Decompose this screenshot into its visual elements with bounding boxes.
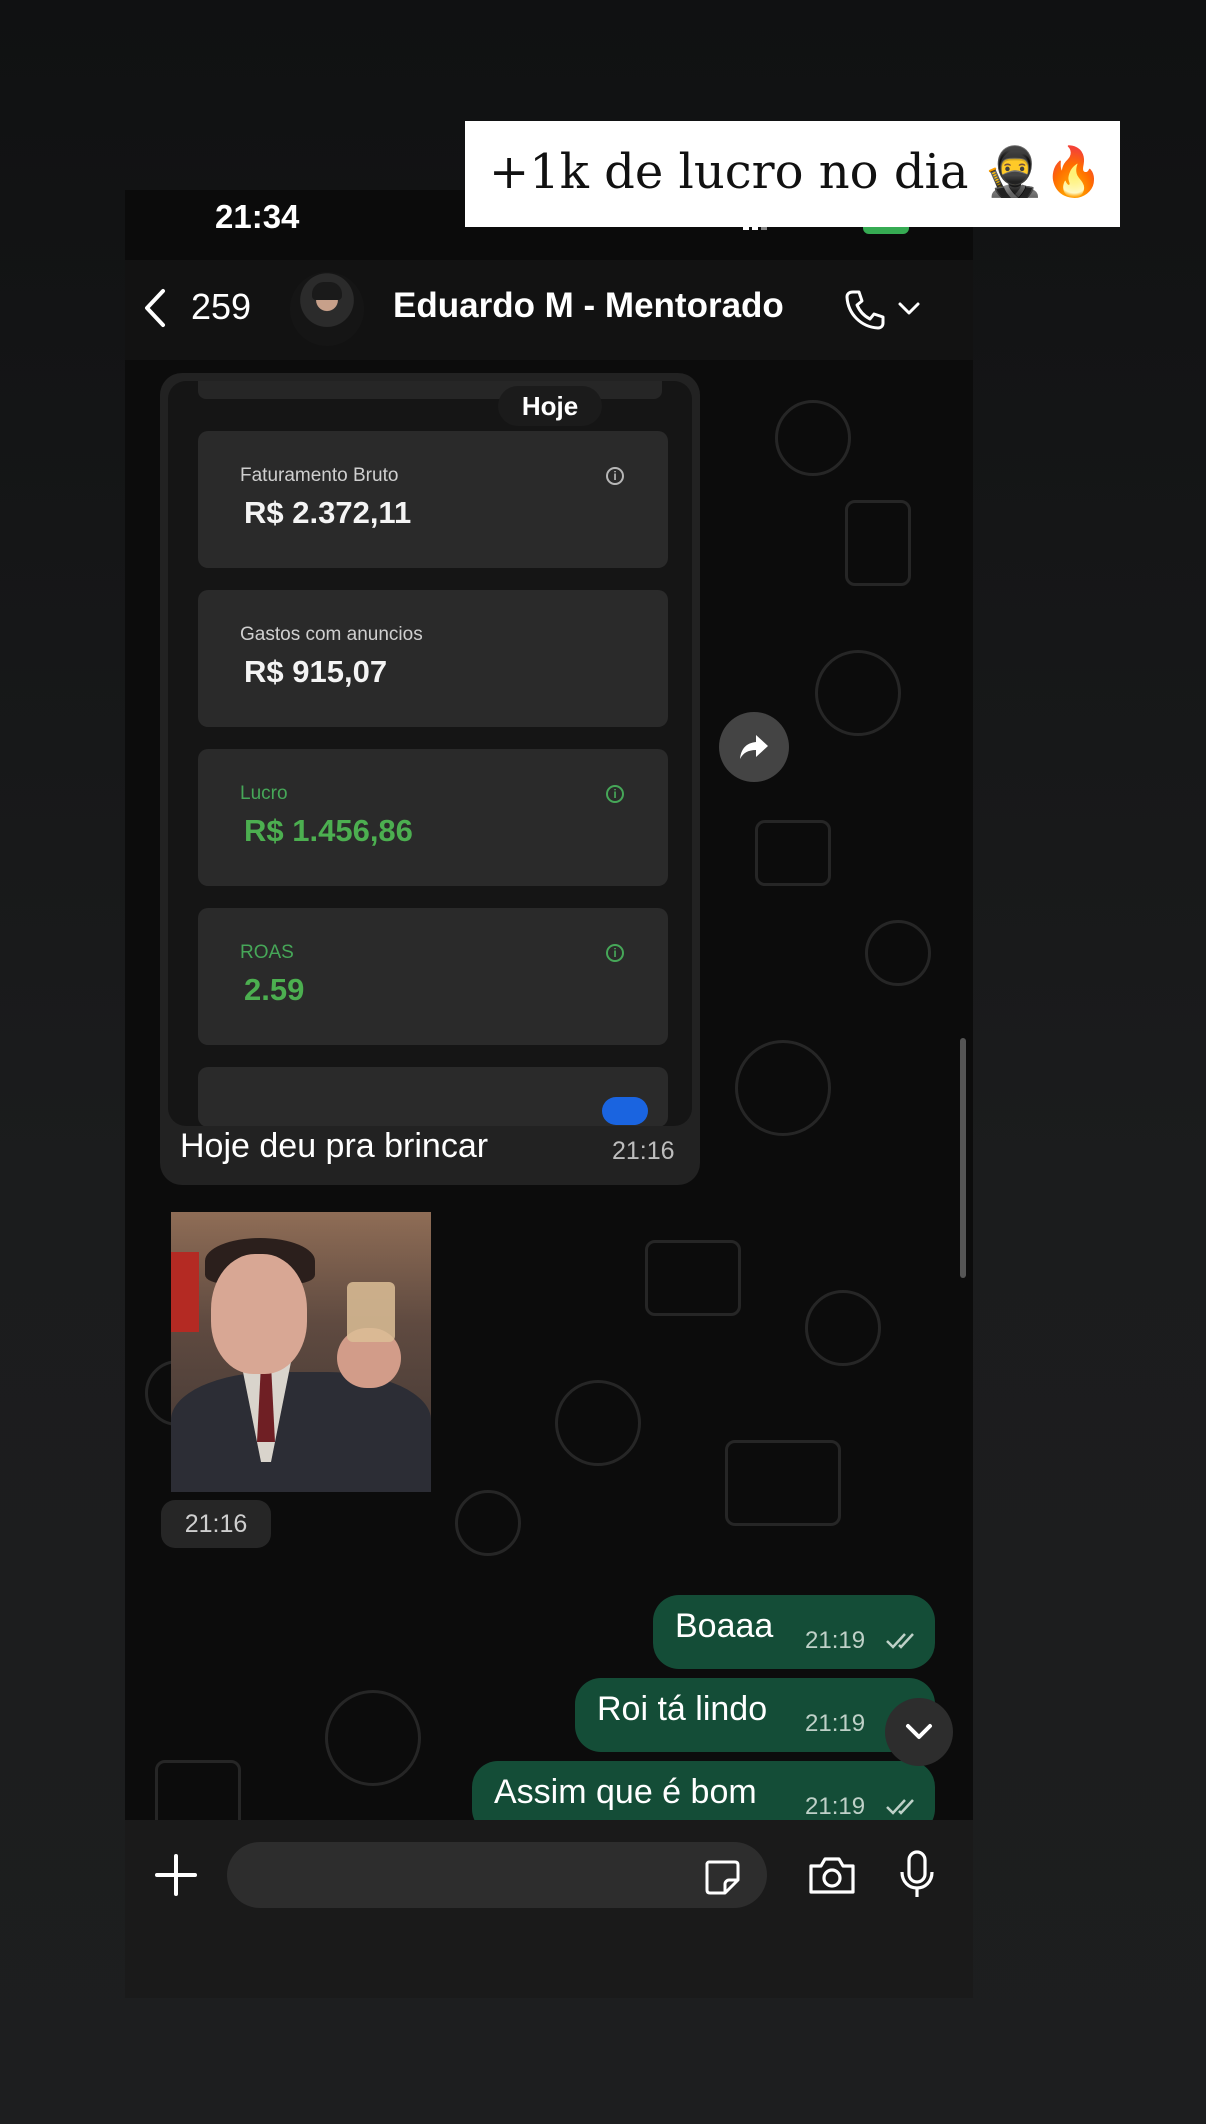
double-check-icon xyxy=(886,1633,914,1649)
card-roas: ROAS 2.59 i xyxy=(198,908,668,1045)
photo-message[interactable] xyxy=(171,1212,431,1492)
sticker-icon[interactable] xyxy=(703,1858,741,1896)
chevron-down-icon[interactable] xyxy=(897,300,921,318)
info-icon: i xyxy=(606,944,624,962)
chevron-down-icon xyxy=(906,1724,932,1739)
message-composer xyxy=(125,1820,973,1998)
doodle xyxy=(645,1240,741,1316)
camera-icon[interactable] xyxy=(807,1854,857,1896)
phone-screen: 21:34 259 Eduardo M - Mentorado Hoje Fat… xyxy=(125,190,973,1998)
card-label: ROAS xyxy=(240,942,294,963)
message-time: 21:19 xyxy=(805,1793,866,1820)
outgoing-message[interactable]: Roi tá lindo 21:19 xyxy=(575,1678,935,1752)
card-value: 2.59 xyxy=(244,972,305,1007)
outgoing-message[interactable]: Boaaa 21:19 xyxy=(653,1595,935,1669)
doodle xyxy=(845,500,911,586)
photo-detail xyxy=(171,1252,199,1332)
card-value: R$ 1.456,86 xyxy=(244,813,413,848)
card-value: R$ 2.372,11 xyxy=(244,495,412,530)
card-roi-partial xyxy=(198,1067,668,1126)
doodle xyxy=(735,1040,831,1136)
photo-suit xyxy=(171,1372,431,1492)
card-label: Lucro xyxy=(240,783,288,804)
forward-button[interactable] xyxy=(719,712,789,782)
photo-glass xyxy=(347,1282,395,1342)
message-time: 21:16 xyxy=(161,1500,271,1548)
doodle xyxy=(755,820,831,886)
image-message[interactable]: Faturamento Bruto R$ 2.372,11 i Gastos c… xyxy=(160,373,700,1185)
doodle xyxy=(815,650,901,736)
message-text: Roi tá lindo xyxy=(597,1690,768,1728)
avatar[interactable] xyxy=(290,272,364,346)
toggle xyxy=(602,1097,648,1125)
chat-header: 259 Eduardo M - Mentorado xyxy=(125,260,973,360)
message-text: Assim que é bom xyxy=(494,1773,757,1811)
doodle xyxy=(805,1290,881,1366)
message-time: 21:19 xyxy=(805,1710,866,1737)
card-label: Gastos com anuncios xyxy=(240,624,423,645)
card-faturamento: Faturamento Bruto R$ 2.372,11 i xyxy=(198,431,668,568)
scroll-down-button[interactable] xyxy=(885,1698,953,1766)
info-icon: i xyxy=(606,785,624,803)
message-input[interactable] xyxy=(227,1842,767,1908)
status-time: 21:34 xyxy=(215,198,300,235)
scrollbar[interactable] xyxy=(960,1038,966,1278)
doodle xyxy=(775,400,851,476)
forward-arrow-icon xyxy=(740,735,768,759)
card-gastos: Gastos com anuncios R$ 915,07 xyxy=(198,590,668,727)
doodle xyxy=(455,1490,521,1556)
chevron-left-icon[interactable] xyxy=(143,288,167,328)
doodle xyxy=(725,1440,841,1526)
message-time: 21:16 xyxy=(612,1137,675,1165)
photo-face xyxy=(211,1254,307,1374)
phone-icon[interactable] xyxy=(841,286,889,334)
doodle xyxy=(555,1380,641,1466)
dashboard-screenshot[interactable]: Faturamento Bruto R$ 2.372,11 i Gastos c… xyxy=(168,381,692,1126)
info-icon: i xyxy=(606,467,624,485)
message-text: Boaaa xyxy=(675,1607,774,1645)
microphone-icon[interactable] xyxy=(899,1850,935,1900)
plus-icon[interactable] xyxy=(153,1852,199,1898)
message-time: 21:19 xyxy=(805,1627,866,1654)
card-value: R$ 915,07 xyxy=(244,654,388,689)
story-caption: +1k de lucro no dia 🥷🔥 xyxy=(465,121,1120,227)
contact-name[interactable]: Eduardo M - Mentorado xyxy=(393,286,784,326)
avatar-hair xyxy=(312,282,342,300)
doodle xyxy=(325,1690,421,1786)
date-pill: Hoje xyxy=(498,386,602,426)
double-check-icon xyxy=(886,1799,914,1815)
message-text: Hoje deu pra brincar xyxy=(180,1127,489,1165)
doodle xyxy=(865,920,931,986)
unread-count[interactable]: 259 xyxy=(191,286,251,328)
card-lucro: Lucro R$ 1.456,86 i xyxy=(198,749,668,886)
card-label: Faturamento Bruto xyxy=(240,465,399,486)
